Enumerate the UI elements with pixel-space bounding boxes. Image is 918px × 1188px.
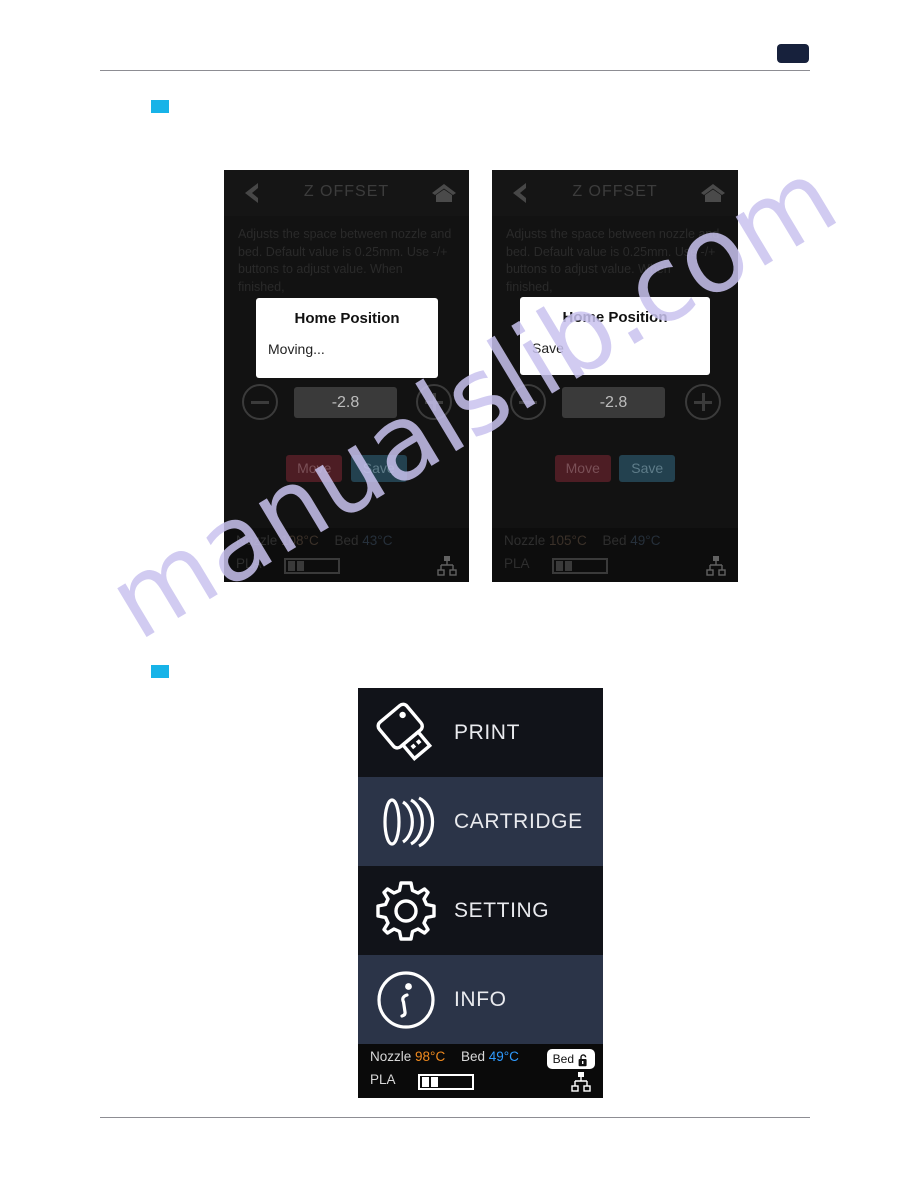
filament-readout: PLA [504, 556, 608, 574]
nozzle-label: Nozzle [504, 533, 546, 548]
bed-temp-value: 43°C [362, 533, 393, 548]
plus-icon-vertical [701, 393, 705, 411]
zoffset2-statusbar: Nozzle 105°C Bed 49°C PLA [492, 528, 738, 582]
bed-lock-badge[interactable]: Bed [546, 1049, 595, 1069]
dialog-title: Home Position [562, 309, 668, 326]
move-button[interactable]: Move [554, 455, 611, 482]
dialog-title: Home Position [294, 310, 400, 327]
filament-level-bar [418, 1074, 474, 1090]
header-divider [100, 70, 810, 71]
zoffset2-value[interactable]: -2.8 [562, 387, 665, 418]
menu-item-label: SETTING [454, 898, 550, 922]
move-button[interactable]: Move [286, 455, 343, 482]
nozzle-temp-value: 108°C [281, 533, 319, 548]
filament-level-segment [288, 561, 295, 571]
main-menu-screen: PRINT CARTRIDGE SETTING INFO Nozzle 98°C… [358, 688, 603, 1098]
page-number-badge [777, 44, 809, 63]
menu-item-label: CARTRIDGE [454, 809, 583, 833]
filament-type-label: PLA [370, 1072, 396, 1087]
footer-divider [100, 1117, 810, 1118]
temperature-readout: Nozzle 98°C Bed 49°C [370, 1049, 519, 1064]
usb-drive-icon [358, 700, 454, 766]
save-button[interactable]: Save [350, 455, 407, 482]
menu-item-cartridge[interactable]: CARTRIDGE [358, 777, 603, 866]
bed-label: Bed [602, 533, 627, 548]
zoffset1-stepper: -2.8 [224, 384, 469, 424]
home-icon[interactable] [431, 181, 457, 205]
zoffset2-description: Adjusts the space between nozzle and bed… [506, 227, 720, 294]
zoffset1-statusbar: Nozzle 108°C Bed 43°C PLA [224, 528, 469, 582]
network-tree-icon [435, 556, 459, 576]
step-bullet-2 [151, 665, 169, 678]
zoffset2-actions: Move Save [492, 455, 738, 482]
bed-temp-value: 49°C [630, 533, 661, 548]
filament-level-segment [556, 561, 563, 571]
decrement-button[interactable] [242, 384, 278, 420]
zoffset1-description: Adjusts the space between nozzle and bed… [238, 227, 452, 294]
dialog-body: Save [532, 340, 564, 356]
menu-item-label: PRINT [454, 720, 520, 744]
menu-item-print[interactable]: PRINT [358, 688, 603, 777]
filament-level-segment [565, 561, 572, 571]
network-tree-icon [569, 1072, 593, 1092]
home-position-dialog-1: Home Position Moving... [256, 298, 438, 378]
home-position-dialog-2: Home Position Save [520, 297, 710, 375]
zoffset-screen-save: Z OFFSET Adjusts the space between nozzl… [492, 170, 738, 582]
dialog-body: Moving... [268, 341, 325, 357]
nozzle-label: Nozzle [370, 1049, 412, 1064]
nozzle-label: Nozzle [236, 533, 278, 548]
plus-icon-vertical [432, 393, 436, 411]
nozzle-temp-value: 98°C [415, 1049, 446, 1064]
filament-level-bar [284, 558, 340, 574]
zoffset-screen-moving: Z OFFSET Adjusts the space between nozzl… [224, 170, 469, 582]
menu-statusbar: Nozzle 98°C Bed 49°C Bed PLA [358, 1044, 603, 1098]
bed-badge-label: Bed [552, 1052, 574, 1066]
nfc-wave-icon [358, 792, 454, 852]
minus-icon [251, 400, 269, 404]
watermark-text: manualslib.com [88, 135, 857, 664]
gear-icon [358, 879, 454, 943]
decrement-button[interactable] [510, 384, 546, 420]
filament-level-segment [431, 1077, 438, 1087]
bed-label: Bed [460, 1049, 485, 1064]
network-tree-icon [704, 556, 728, 576]
filament-level-segment [422, 1077, 429, 1087]
filament-type-label: PLA [236, 556, 262, 571]
filament-level-bar [552, 558, 608, 574]
temperature-readout: Nozzle 105°C Bed 49°C [504, 533, 660, 548]
zoffset2-titlebar: Z OFFSET [492, 170, 738, 216]
minus-icon [519, 400, 537, 404]
increment-button[interactable] [685, 384, 721, 420]
nozzle-temp-value: 105°C [549, 533, 587, 548]
filament-readout: PLA [236, 556, 340, 574]
filament-level-segment [297, 561, 304, 571]
filament-type-label: PLA [504, 556, 530, 571]
save-button[interactable]: Save [619, 455, 676, 482]
zoffset1-actions: Move Save [224, 455, 469, 482]
zoffset2-stepper: -2.8 [492, 384, 738, 424]
menu-item-setting[interactable]: SETTING [358, 866, 603, 955]
zoffset1-titlebar: Z OFFSET [224, 170, 469, 216]
menu-item-info[interactable]: INFO [358, 955, 603, 1044]
step-bullet-1 [151, 100, 169, 113]
increment-button[interactable] [416, 384, 452, 420]
unlocked-padlock-icon [578, 1053, 589, 1066]
info-circle-icon [358, 968, 454, 1032]
bed-label: Bed [334, 533, 359, 548]
zoffset1-value[interactable]: -2.8 [294, 387, 397, 418]
filament-readout: PLA [370, 1072, 474, 1090]
temperature-readout: Nozzle 108°C Bed 43°C [236, 533, 392, 548]
menu-item-label: INFO [454, 987, 507, 1011]
home-icon[interactable] [700, 181, 726, 205]
bed-temp-value: 49°C [488, 1049, 519, 1064]
